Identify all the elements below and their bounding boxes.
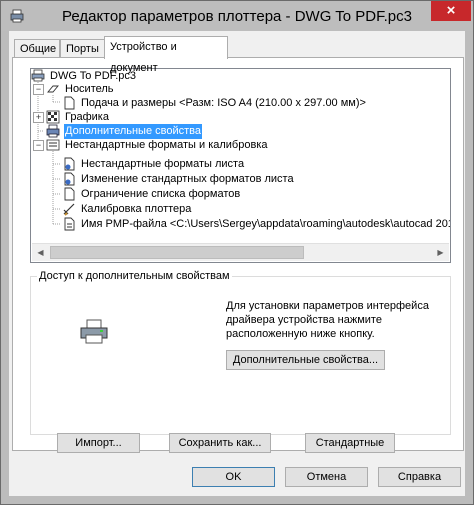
custom-sheet-icon xyxy=(64,157,75,171)
title-bar[interactable]: Редактор параметров плоттера - DWG To PD… xyxy=(1,1,473,31)
scroll-right-icon[interactable]: ▶ xyxy=(432,244,449,261)
expander-media[interactable]: − xyxy=(33,84,44,95)
tab-panel-device-document: − + − DWG To PDF.pc3 Носитель Подача и р… xyxy=(12,57,464,453)
graphics-icon xyxy=(46,110,60,124)
window-title: Редактор параметров плоттера - DWG To PD… xyxy=(62,8,412,25)
defaults-button[interactable]: Стандартные xyxy=(305,433,395,453)
media-icon xyxy=(47,85,59,93)
close-button[interactable]: × xyxy=(431,1,471,21)
tab-general[interactable]: Общие xyxy=(14,39,60,58)
calibration-icon xyxy=(46,139,60,151)
printer-icon xyxy=(80,319,108,344)
expander-calibration[interactable]: − xyxy=(33,140,44,151)
scroll-left-icon[interactable]: ◀ xyxy=(32,244,49,261)
settings-tree[interactable]: − + − DWG To PDF.pc3 Носитель Подача и р… xyxy=(30,68,451,263)
save-as-button[interactable]: Сохранить как... xyxy=(169,433,271,453)
ok-button[interactable]: OK xyxy=(192,467,275,487)
plotter-calibration-icon xyxy=(63,203,75,216)
custom-properties-group: Доступ к дополнительным свойствам Для ус… xyxy=(30,270,451,435)
pmp-file-icon xyxy=(64,217,75,231)
group-description: Для установки параметров интерфейса драй… xyxy=(226,300,429,340)
custom-properties-icon xyxy=(46,124,60,138)
group-legend: Доступ к дополнительным свойствам xyxy=(37,270,232,282)
plotter-icon xyxy=(31,69,45,82)
help-button[interactable]: Справка xyxy=(378,467,461,487)
tab-ports[interactable]: Порты xyxy=(60,39,105,58)
modify-sheet-icon xyxy=(64,172,75,186)
cancel-button[interactable]: Отмена xyxy=(285,467,368,487)
plotter-editor-window: Редактор параметров плоттера - DWG To PD… xyxy=(0,0,474,505)
tab-device-document[interactable]: Устройство и документ xyxy=(104,36,228,74)
scrollbar-thumb[interactable] xyxy=(50,246,304,259)
custom-properties-button[interactable]: Дополнительные свойства... xyxy=(226,350,385,370)
expander-graphics[interactable]: + xyxy=(33,112,44,123)
import-button[interactable]: Импорт... xyxy=(57,433,140,453)
dialog-client-area: Общие Порты Устройство и документ − + − … xyxy=(9,31,465,496)
filter-list-icon xyxy=(64,187,75,201)
page-icon xyxy=(64,96,75,110)
tree-horizontal-scrollbar[interactable]: ◀ ▶ xyxy=(32,243,449,261)
